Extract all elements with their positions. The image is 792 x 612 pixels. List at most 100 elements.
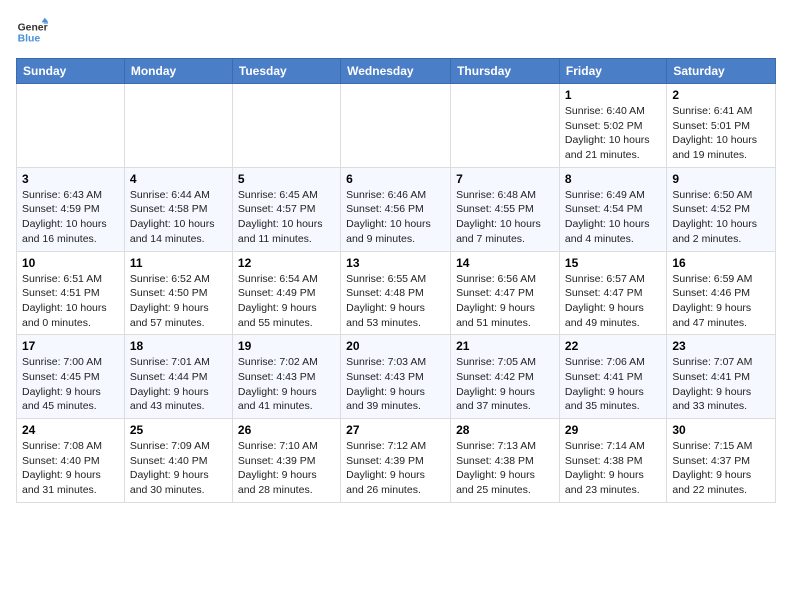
calendar-cell: 15 Sunrise: 6:57 AM Sunset: 4:47 PM Dayli… (559, 251, 666, 335)
day-info: Sunrise: 6:40 AM Sunset: 5:02 PM Dayligh… (565, 104, 661, 163)
day-info: Sunrise: 6:41 AM Sunset: 5:01 PM Dayligh… (672, 104, 770, 163)
calendar-cell: 9Sunrise: 6:50 AM Sunset: 4:52 PM Daylig… (667, 167, 776, 251)
day-info: Sunrise: 7:07 AM Sunset: 4:41 PM Dayligh… (672, 355, 770, 414)
day-info: Sunrise: 7:00 AM Sunset: 4:45 PM Dayligh… (22, 355, 119, 414)
calendar-week-row: 1 Sunrise: 6:40 AM Sunset: 5:02 PM Daylig… (17, 84, 776, 168)
day-number: 17 (22, 339, 119, 353)
day-info: Sunrise: 6:43 AM Sunset: 4:59 PM Dayligh… (22, 188, 119, 247)
day-info: Sunrise: 7:08 AM Sunset: 4:40 PM Dayligh… (22, 439, 119, 498)
day-number: 21 (456, 339, 554, 353)
day-number: 1 (565, 88, 661, 102)
day-number: 30 (672, 423, 770, 437)
day-info: Sunrise: 7:06 AM Sunset: 4:41 PM Dayligh… (565, 355, 661, 414)
calendar-cell (124, 84, 232, 168)
calendar-week-row: 10 Sunrise: 6:51 AM Sunset: 4:51 PM Dayli… (17, 251, 776, 335)
day-number: 4 (130, 172, 227, 186)
day-info: Sunrise: 6:46 AM Sunset: 4:56 PM Dayligh… (346, 188, 445, 247)
day-number: 12 (238, 256, 335, 270)
day-number: 15 (565, 256, 661, 270)
calendar-cell: 18 Sunrise: 7:01 AM Sunset: 4:44 PM Dayli… (124, 335, 232, 419)
calendar-cell: 3 Sunrise: 6:43 AM Sunset: 4:59 PM Daylig… (17, 167, 125, 251)
calendar-cell: 1 Sunrise: 6:40 AM Sunset: 5:02 PM Daylig… (559, 84, 666, 168)
day-number: 20 (346, 339, 445, 353)
day-number: 19 (238, 339, 335, 353)
calendar-cell: 27 Sunrise: 7:12 AM Sunset: 4:39 PM Dayli… (341, 419, 451, 503)
day-info: Sunrise: 6:55 AM Sunset: 4:48 PM Dayligh… (346, 272, 445, 331)
calendar-cell: 13 Sunrise: 6:55 AM Sunset: 4:48 PM Dayli… (341, 251, 451, 335)
calendar-cell: 22 Sunrise: 7:06 AM Sunset: 4:41 PM Dayli… (559, 335, 666, 419)
calendar-cell (17, 84, 125, 168)
calendar-cell: 29 Sunrise: 7:14 AM Sunset: 4:38 PM Dayli… (559, 419, 666, 503)
day-info: Sunrise: 6:45 AM Sunset: 4:57 PM Dayligh… (238, 188, 335, 247)
calendar-cell: 2 Sunrise: 6:41 AM Sunset: 5:01 PM Daylig… (667, 84, 776, 168)
calendar-cell: 11Sunrise: 6:52 AM Sunset: 4:50 PM Dayli… (124, 251, 232, 335)
day-number: 13 (346, 256, 445, 270)
day-number: 18 (130, 339, 227, 353)
day-number: 3 (22, 172, 119, 186)
calendar-cell: 25Sunrise: 7:09 AM Sunset: 4:40 PM Dayli… (124, 419, 232, 503)
calendar-cell (232, 84, 340, 168)
day-info: Sunrise: 6:57 AM Sunset: 4:47 PM Dayligh… (565, 272, 661, 331)
day-info: Sunrise: 6:59 AM Sunset: 4:46 PM Dayligh… (672, 272, 770, 331)
calendar-cell: 4 Sunrise: 6:44 AM Sunset: 4:58 PM Daylig… (124, 167, 232, 251)
calendar-cell: 10 Sunrise: 6:51 AM Sunset: 4:51 PM Dayli… (17, 251, 125, 335)
page-container: General Blue SundayMondayTuesdayWednesda… (0, 0, 792, 612)
calendar-header-thursday: Thursday (451, 59, 560, 84)
day-number: 6 (346, 172, 445, 186)
svg-text:General: General (18, 22, 48, 33)
day-info: Sunrise: 7:14 AM Sunset: 4:38 PM Dayligh… (565, 439, 661, 498)
day-info: Sunrise: 6:44 AM Sunset: 4:58 PM Dayligh… (130, 188, 227, 247)
calendar-header-tuesday: Tuesday (232, 59, 340, 84)
day-info: Sunrise: 7:09 AM Sunset: 4:40 PM Dayligh… (130, 439, 227, 498)
calendar-header-sunday: Sunday (17, 59, 125, 84)
day-info: Sunrise: 7:01 AM Sunset: 4:44 PM Dayligh… (130, 355, 227, 414)
calendar-cell: 7 Sunrise: 6:48 AM Sunset: 4:55 PM Daylig… (451, 167, 560, 251)
calendar-header-row: SundayMondayTuesdayWednesdayThursdayFrid… (17, 59, 776, 84)
calendar-cell: 24 Sunrise: 7:08 AM Sunset: 4:40 PM Dayli… (17, 419, 125, 503)
day-info: Sunrise: 7:10 AM Sunset: 4:39 PM Dayligh… (238, 439, 335, 498)
day-info: Sunrise: 6:48 AM Sunset: 4:55 PM Dayligh… (456, 188, 554, 247)
day-info: Sunrise: 6:52 AM Sunset: 4:50 PM Dayligh… (130, 272, 227, 331)
day-info: Sunrise: 6:50 AM Sunset: 4:52 PM Dayligh… (672, 188, 770, 247)
calendar-week-row: 24 Sunrise: 7:08 AM Sunset: 4:40 PM Dayli… (17, 419, 776, 503)
calendar-cell: 5 Sunrise: 6:45 AM Sunset: 4:57 PM Daylig… (232, 167, 340, 251)
day-number: 27 (346, 423, 445, 437)
day-number: 24 (22, 423, 119, 437)
calendar-header-saturday: Saturday (667, 59, 776, 84)
calendar-cell: 17 Sunrise: 7:00 AM Sunset: 4:45 PM Dayli… (17, 335, 125, 419)
day-info: Sunrise: 6:56 AM Sunset: 4:47 PM Dayligh… (456, 272, 554, 331)
day-info: Sunrise: 7:03 AM Sunset: 4:43 PM Dayligh… (346, 355, 445, 414)
day-number: 14 (456, 256, 554, 270)
day-info: Sunrise: 7:12 AM Sunset: 4:39 PM Dayligh… (346, 439, 445, 498)
calendar-cell: 23Sunrise: 7:07 AM Sunset: 4:41 PM Dayli… (667, 335, 776, 419)
day-info: Sunrise: 6:49 AM Sunset: 4:54 PM Dayligh… (565, 188, 661, 247)
calendar-cell: 16 Sunrise: 6:59 AM Sunset: 4:46 PM Dayli… (667, 251, 776, 335)
day-number: 5 (238, 172, 335, 186)
day-number: 2 (672, 88, 770, 102)
day-info: Sunrise: 6:51 AM Sunset: 4:51 PM Dayligh… (22, 272, 119, 331)
day-info: Sunrise: 7:05 AM Sunset: 4:42 PM Dayligh… (456, 355, 554, 414)
calendar-cell: 26 Sunrise: 7:10 AM Sunset: 4:39 PM Dayli… (232, 419, 340, 503)
calendar-cell: 21 Sunrise: 7:05 AM Sunset: 4:42 PM Dayli… (451, 335, 560, 419)
day-info: Sunrise: 7:02 AM Sunset: 4:43 PM Dayligh… (238, 355, 335, 414)
day-number: 10 (22, 256, 119, 270)
day-number: 26 (238, 423, 335, 437)
calendar-cell: 12Sunrise: 6:54 AM Sunset: 4:49 PM Dayli… (232, 251, 340, 335)
day-number: 28 (456, 423, 554, 437)
calendar-cell (451, 84, 560, 168)
day-number: 29 (565, 423, 661, 437)
calendar-cell: 8 Sunrise: 6:49 AM Sunset: 4:54 PM Daylig… (559, 167, 666, 251)
calendar-table: SundayMondayTuesdayWednesdayThursdayFrid… (16, 58, 776, 503)
calendar-cell: 19 Sunrise: 7:02 AM Sunset: 4:43 PM Dayli… (232, 335, 340, 419)
calendar-header-wednesday: Wednesday (341, 59, 451, 84)
calendar-header-monday: Monday (124, 59, 232, 84)
day-number: 8 (565, 172, 661, 186)
day-number: 7 (456, 172, 554, 186)
calendar-cell (341, 84, 451, 168)
day-info: Sunrise: 7:13 AM Sunset: 4:38 PM Dayligh… (456, 439, 554, 498)
header: General Blue (16, 16, 776, 48)
calendar-cell: 14 Sunrise: 6:56 AM Sunset: 4:47 PM Dayli… (451, 251, 560, 335)
day-number: 16 (672, 256, 770, 270)
day-info: Sunrise: 7:15 AM Sunset: 4:37 PM Dayligh… (672, 439, 770, 498)
day-number: 22 (565, 339, 661, 353)
